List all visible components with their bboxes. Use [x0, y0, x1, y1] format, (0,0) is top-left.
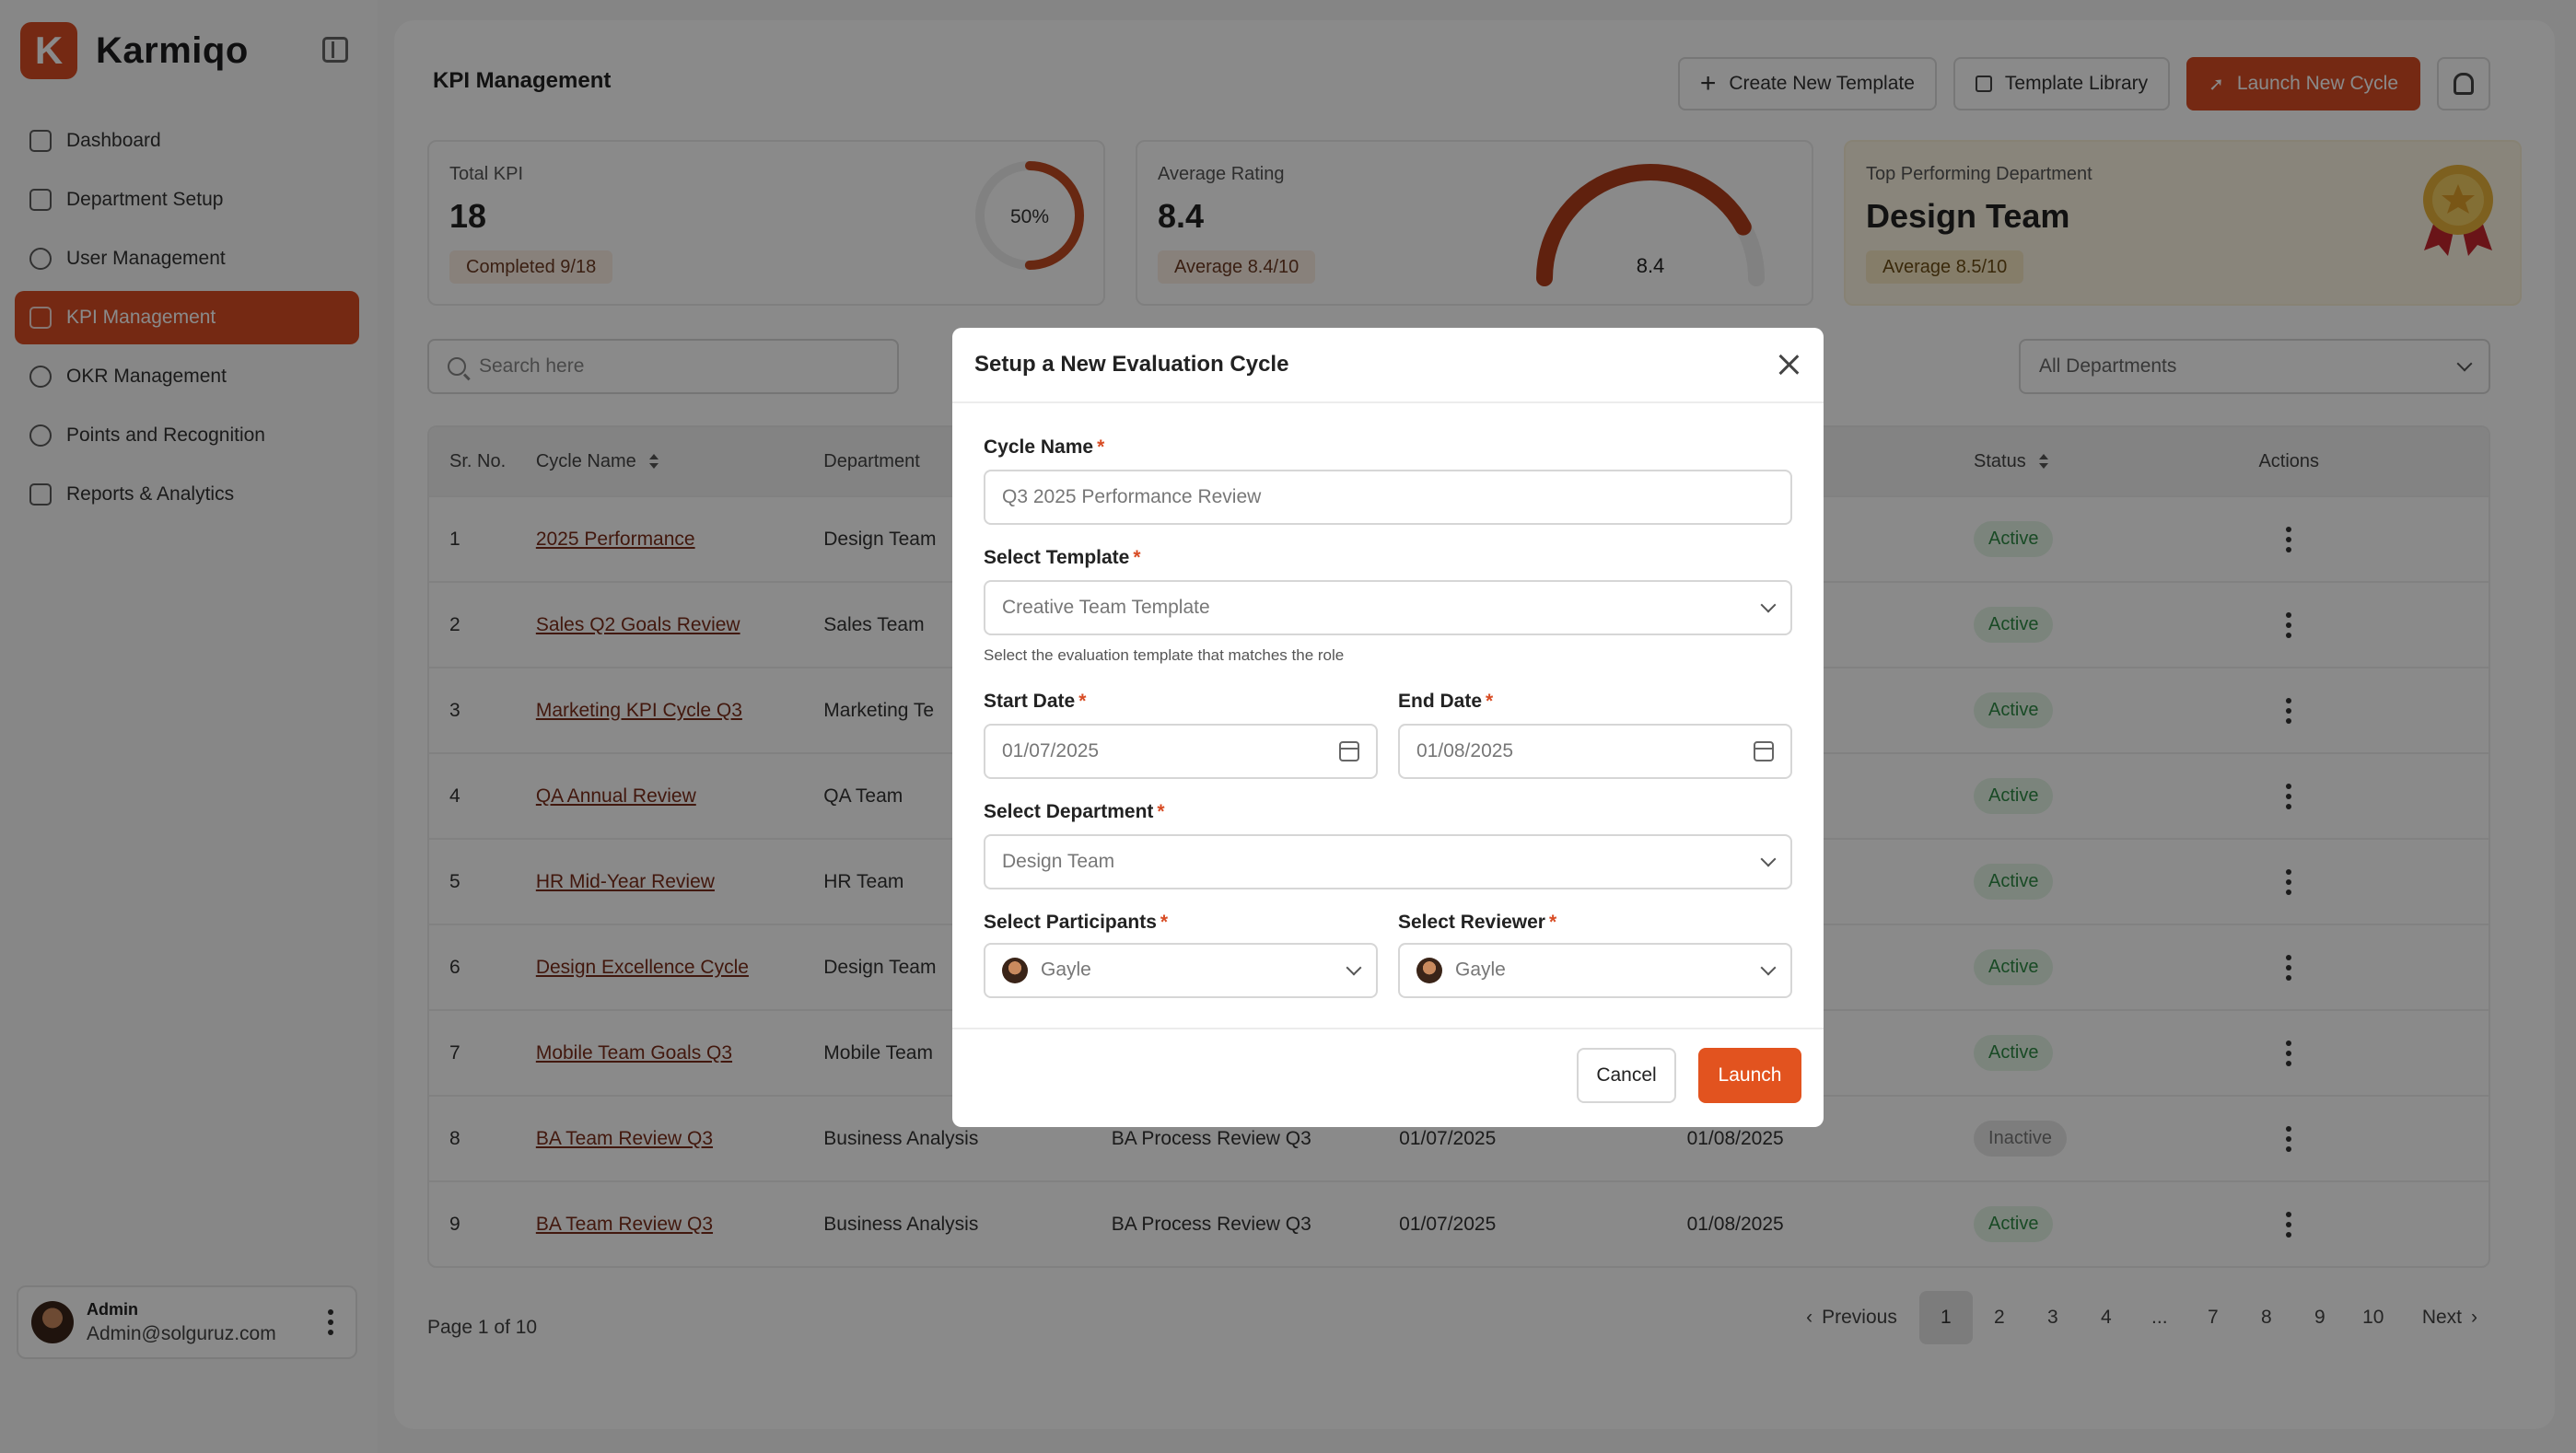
department-value: Design Team	[1002, 851, 1115, 872]
modal-title: Setup a New Evaluation Cycle	[974, 352, 1289, 377]
calendar-icon[interactable]	[1339, 741, 1359, 761]
cancel-button[interactable]: Cancel	[1577, 1048, 1676, 1103]
end-date-input[interactable]: 01/08/2025	[1398, 724, 1792, 779]
chevron-down-icon	[1346, 959, 1362, 976]
start-date-label: Start Date *	[984, 691, 1087, 712]
calendar-icon[interactable]	[1754, 741, 1774, 761]
template-select[interactable]: Creative Team Template	[984, 580, 1792, 635]
modal-footer	[952, 1028, 1824, 1127]
cycle-name-input[interactable]: Q3 2025 Performance Review	[984, 470, 1792, 525]
participants-chip: Gayle	[1002, 958, 1091, 983]
cycle-name-placeholder: Q3 2025 Performance Review	[1002, 486, 1262, 507]
reviewer-value: Gayle	[1455, 959, 1506, 981]
start-date-value: 01/07/2025	[1002, 740, 1100, 761]
participants-select[interactable]: Gayle	[984, 943, 1378, 998]
reviewer-chip: Gayle	[1416, 958, 1506, 983]
template-label: Select Template *	[984, 547, 1141, 568]
app-root: K Karmiqo Dashboard Department Setup Use…	[0, 0, 2576, 1453]
avatar	[1416, 958, 1442, 983]
template-value: Creative Team Template	[1002, 597, 1210, 618]
department-label: Select Department *	[984, 801, 1165, 822]
cycle-name-label: Cycle Name *	[984, 436, 1105, 458]
end-date-value: 01/08/2025	[1416, 740, 1514, 761]
reviewer-label: Select Reviewer *	[1398, 912, 1557, 933]
end-date-label: End Date *	[1398, 691, 1494, 712]
start-date-input[interactable]: 01/07/2025	[984, 724, 1378, 779]
participants-value: Gayle	[1041, 959, 1091, 981]
reviewer-select[interactable]: Gayle	[1398, 943, 1792, 998]
participants-label: Select Participants *	[984, 912, 1169, 933]
department-select[interactable]: Design Team	[984, 834, 1792, 889]
template-hint: Select the evaluation template that matc…	[984, 646, 1345, 664]
chevron-down-icon	[1760, 851, 1777, 867]
evaluation-cycle-modal: Setup a New Evaluation Cycle Cycle Name *…	[952, 328, 1824, 1127]
chevron-down-icon	[1760, 597, 1777, 613]
launch-button[interactable]: Launch	[1698, 1048, 1801, 1103]
avatar	[1002, 958, 1028, 983]
modal-header: Setup a New Evaluation Cycle	[952, 328, 1824, 403]
chevron-down-icon	[1760, 959, 1777, 976]
close-icon[interactable]	[1778, 354, 1800, 376]
